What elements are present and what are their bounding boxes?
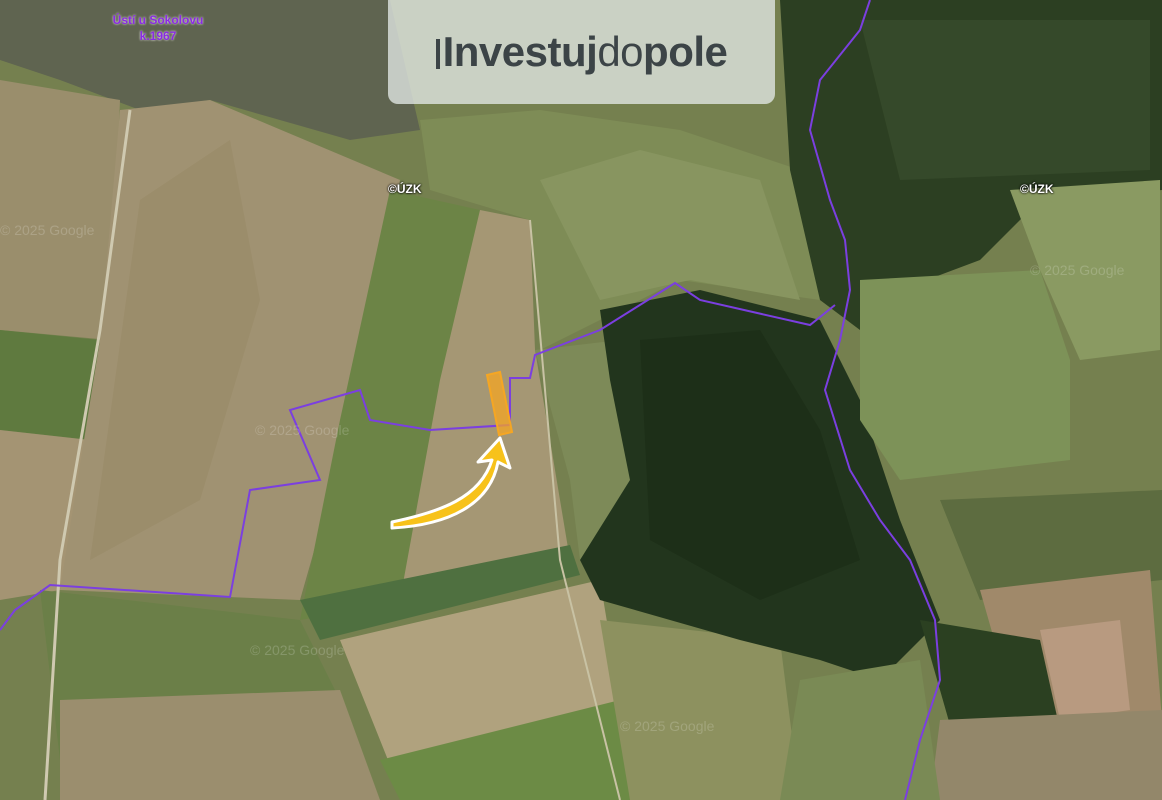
google-watermark: © 2025 Google <box>1030 262 1125 278</box>
logo-part1: Investuj <box>442 28 598 75</box>
village-code: k.1967 <box>139 29 177 43</box>
village-label: Ústí u Sokolovu k.1967 <box>78 12 238 44</box>
google-watermark: © 2025 Google <box>255 422 350 438</box>
village-name: Ústí u Sokolovu <box>112 13 204 27</box>
brand-logo: Investujdopole <box>388 0 775 104</box>
satellite-map[interactable]: Investujdopole Ústí u Sokolovu k.1967 ©Ú… <box>0 0 1162 800</box>
google-watermark: © 2025 Google <box>620 718 715 734</box>
logo-part3: pole <box>643 28 728 75</box>
google-watermark: © 2025 Google <box>0 222 95 238</box>
logo-part2: do <box>597 28 644 75</box>
attribution-cuzk-left: ©ÚZK <box>388 182 422 196</box>
google-watermark: © 2025 Google <box>250 642 345 658</box>
logo-mark-icon <box>435 39 440 69</box>
attribution-cuzk-right: ©ÚZK <box>1020 182 1054 196</box>
satellite-imagery <box>0 0 1162 800</box>
